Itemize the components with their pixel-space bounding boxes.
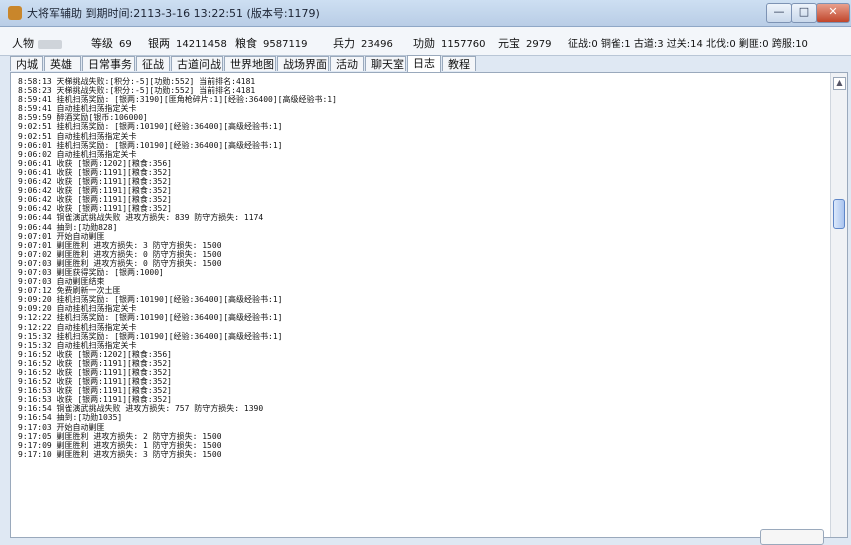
log-line: 9:16:54 抽到:[功勋1035]: [18, 413, 123, 423]
log-line: 9:16:52 收获 [银两:1191][粮食:352]: [18, 368, 172, 377]
log-line: 9:12:22 挂机扫荡奖励: [银两:10190][经验:36400][高级经…: [18, 313, 283, 323]
scroll-up-arrow-icon[interactable]: ▲: [833, 77, 846, 90]
redacted-name: [38, 39, 62, 49]
log-line: 9:15:32 自动挂机扫荡指定关卡: [18, 340, 137, 350]
log-line: 9:06:01 挂机扫荡奖励: [银两:10190][经验:36400][高级经…: [18, 140, 283, 150]
tab-log[interactable]: 日志: [407, 55, 441, 72]
tab-neicheng[interactable]: 内城: [10, 56, 43, 71]
log-line: 9:07:03 剿匪获得奖励: [银两:1000]: [18, 267, 164, 277]
stats-bar: 人物 等级 69 银两 14211458 粮食 9587119 兵力 23496 功勋 1…: [0, 27, 851, 56]
log-line: 9:16:54 铜雀演武挑战失败 进攻方损失: 757 防守方损失: 1390: [18, 404, 264, 414]
log-line: 9:06:42 收获 [银两:1191][粮食:352]: [18, 186, 172, 196]
tab-yingxiong[interactable]: 英雄: [44, 56, 81, 71]
close-button[interactable]: ✕: [816, 3, 850, 23]
log-line: 9:07:03 自动剿匪结束: [18, 277, 105, 287]
log-line: 9:07:03 剿匪胜利 进攻方损失: 0 防守方损失: 1500: [18, 258, 222, 268]
log-line: 9:02:51 自动挂机扫荡指定关卡: [18, 131, 137, 141]
stat-silver: 银两 14211458: [148, 37, 227, 50]
maximize-button[interactable]: □: [791, 3, 817, 23]
minimize-icon: —: [773, 5, 785, 18]
log-line: 9:06:42 收获 [银两:1191][粮食:352]: [18, 177, 172, 187]
log-line: 9:02:51 挂机扫荡奖励: [银两:10190][经验:36400][高级经…: [18, 122, 283, 132]
log-line: 9:06:02 自动挂机扫荡指定关卡: [18, 149, 137, 159]
title-bar: 大将军辅助 到期时间:2113-3-16 13:22:51 (版本号:1179)…: [0, 0, 851, 27]
tab-tutorial[interactable]: 教程: [442, 56, 476, 71]
log-line: 8:58:23 天梯挑战失败:[积分:-5][功勋:552] 当前排名:4181: [18, 86, 256, 96]
stat-troops: 兵力 23496: [333, 37, 393, 50]
maximize-icon: □: [798, 5, 810, 18]
stat-food: 粮食 9587119: [235, 37, 308, 50]
log-line: 9:17:10 剿匪胜利 进攻方损失: 3 防守方损失: 1500: [18, 449, 222, 459]
tab-chat[interactable]: 聊天室: [365, 56, 406, 71]
log-line: 9:15:32 挂机扫荡奖励: [银两:10190][经验:36400][高级经…: [18, 331, 283, 341]
stat-progress: 征战:0 铜雀:1 古道:3 过关:14 北伐:0 剿匪:0 跨服:10: [568, 39, 808, 50]
vertical-scrollbar[interactable]: ▲: [830, 73, 847, 537]
tab-battlefield[interactable]: 战场界面: [277, 56, 329, 71]
log-panel[interactable]: 8:58:13 天梯挑战失败:[积分:-5][功勋:552] 当前排名:4181…: [10, 72, 848, 538]
log-line: 8:59:41 自动挂机扫荡指定关卡: [18, 104, 137, 114]
log-line: 9:07:01 剿匪胜利 进攻方损失: 3 防守方损失: 1500: [18, 240, 222, 250]
tab-gudao[interactable]: 古道问战: [171, 56, 223, 71]
log-line: 9:06:41 收获 [银两:1202][粮食:356]: [18, 158, 172, 168]
log-line: 9:06:42 收获 [银两:1191][粮食:352]: [18, 195, 172, 205]
window-title: 大将军辅助 到期时间:2113-3-16 13:22:51 (版本号:1179): [27, 7, 320, 20]
log-line: 9:17:09 剿匪胜利 进攻方损失: 1 防守方损失: 1500: [18, 440, 222, 450]
log-list: 8:58:13 天梯挑战失败:[积分:-5][功勋:552] 当前排名:4181…: [18, 77, 818, 459]
log-line: 9:17:05 剿匪胜利 进攻方损失: 2 防守方损失: 1500: [18, 431, 222, 441]
partial-button[interactable]: [760, 529, 824, 545]
tab-zhengzhan[interactable]: 征战: [136, 56, 170, 71]
tab-richang[interactable]: 日常事务: [82, 56, 135, 71]
log-line: 9:06:41 收获 [银两:1191][粮食:352]: [18, 167, 172, 177]
log-line: 9:16:53 收获 [银两:1191][粮食:352]: [18, 386, 172, 396]
stat-gold: 元宝 2979: [498, 37, 552, 50]
stat-person: 人物: [12, 35, 62, 51]
log-line: 8:58:13 天梯挑战失败:[积分:-5][功勋:552] 当前排名:4181: [18, 77, 256, 86]
log-line: 9:09:20 挂机扫荡奖励: [银两:10190][经验:36400][高级经…: [18, 295, 283, 305]
close-icon: ✕: [828, 5, 838, 18]
log-line: 9:07:12 免费刷新一次土匪: [18, 286, 121, 296]
stat-level: 等级 69: [91, 37, 132, 50]
tab-world-map[interactable]: 世界地图: [224, 56, 276, 71]
log-line: 9:16:52 收获 [银两:1202][粮食:356]: [18, 349, 172, 359]
log-line: 9:07:01 开始自动剿匪: [18, 231, 105, 241]
minimize-button[interactable]: —: [766, 3, 792, 23]
log-line: 9:06:44 铜雀演武挑战失败 进攻方损失: 839 防守方损失: 1174: [18, 213, 264, 223]
log-line: 9:07:02 剿匪胜利 进攻方损失: 0 防守方损失: 1500: [18, 249, 222, 259]
log-line: 9:16:53 收获 [银两:1191][粮食:352]: [18, 395, 172, 405]
log-line: 9:16:52 收获 [银两:1191][粮食:352]: [18, 377, 172, 387]
log-line: 9:12:22 自动挂机扫荡指定关卡: [18, 322, 137, 332]
log-line: 9:06:44 抽到:[功勋828]: [18, 222, 118, 232]
stat-person-label: 人物: [12, 37, 34, 50]
scroll-thumb[interactable]: [833, 199, 845, 229]
log-line: 8:59:41 挂机扫荡奖励: [银两:3190][匪角枪碎片:1][经验:36…: [18, 95, 337, 105]
tab-activity[interactable]: 活动: [330, 56, 364, 71]
log-line: 9:16:52 收获 [银两:1191][粮食:352]: [18, 358, 172, 368]
log-line: 9:17:03 开始自动剿匪: [18, 422, 105, 432]
app-icon: [8, 6, 22, 20]
stat-merit: 功勋 1157760: [413, 37, 486, 50]
